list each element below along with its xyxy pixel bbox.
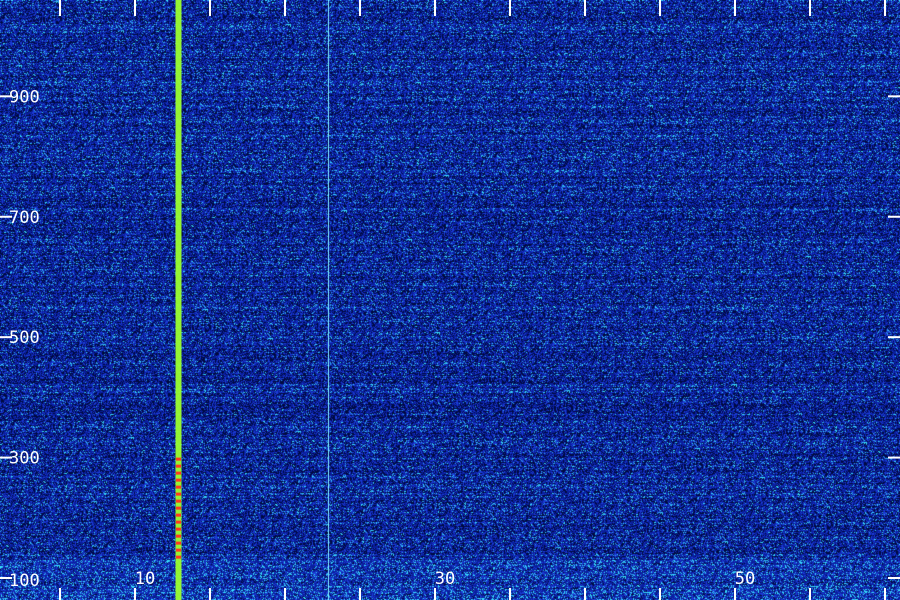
y-tick-label-0: 100 bbox=[9, 571, 40, 591]
y-tick-label-4: 900 bbox=[9, 87, 40, 107]
tick-labels: 100 300 500 700 900 10 30 50 bbox=[9, 87, 755, 591]
signal-lines bbox=[175, 0, 330, 600]
x-axis-ticks bbox=[59, 0, 886, 600]
y-axis-ticks bbox=[0, 95, 900, 579]
y-tick-label-1: 300 bbox=[9, 449, 40, 469]
y-tick-label-3: 700 bbox=[9, 208, 40, 228]
y-tick-label-2: 500 bbox=[9, 328, 40, 348]
x-tick-label-0: 10 bbox=[135, 569, 155, 589]
spectrogram-overlay: 100 300 500 700 900 10 30 50 bbox=[0, 0, 900, 600]
spectrogram: 100 300 500 700 900 10 30 50 bbox=[0, 0, 900, 600]
x-tick-label-1: 30 bbox=[435, 569, 455, 589]
x-tick-label-2: 50 bbox=[735, 569, 755, 589]
